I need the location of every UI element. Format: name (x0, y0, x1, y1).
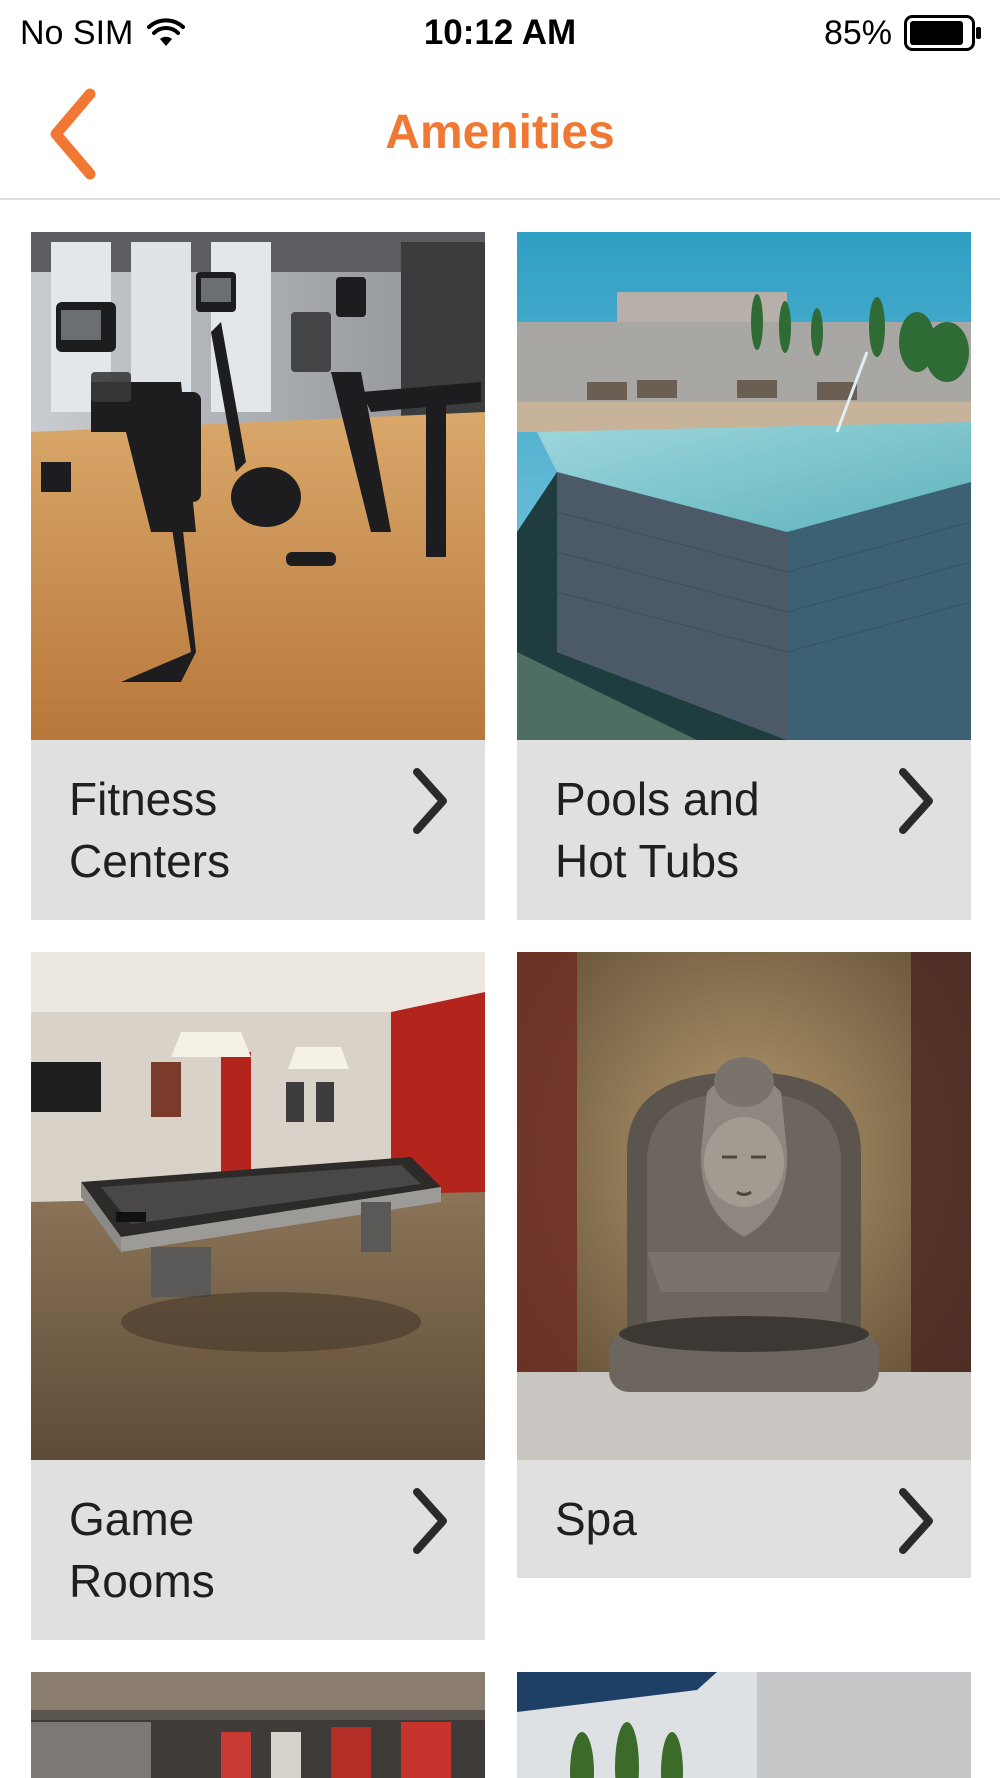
card-footer: Fitness Centers (31, 740, 485, 920)
battery-icon (904, 15, 982, 51)
courtyard-photo (517, 1672, 971, 1778)
battery-percent: 85% (823, 13, 892, 52)
amenities-grid: Fitness Centers Pools and Hot Tubs Game … (31, 232, 971, 1778)
amenity-label: Fitness Centers (69, 773, 231, 887)
amenity-label: Pools and Hot Tubs (555, 773, 760, 887)
pool-photo (517, 232, 971, 740)
status-right: 85% (824, 12, 982, 54)
chevron-right-icon (413, 1488, 447, 1554)
amenity-card-fitness-centers[interactable]: Fitness Centers (31, 232, 485, 920)
amenity-label: Spa (555, 1493, 637, 1545)
navigation-bar: Amenities (0, 66, 1000, 200)
amenities-screen: No SIM 10:12 AM 85% Amenities Fitness Ce… (0, 0, 1000, 1778)
amenity-label: Game Rooms (69, 1493, 215, 1607)
gym-photo (31, 232, 485, 740)
amenity-card-game-rooms[interactable]: Game Rooms (31, 952, 485, 1640)
chevron-right-icon (899, 768, 933, 834)
page-title: Amenities (385, 106, 615, 159)
buddha-fountain-photo (517, 952, 971, 1460)
chevron-right-icon (899, 1488, 933, 1554)
billiards-room-photo (31, 952, 485, 1460)
card-footer: Spa (517, 1460, 971, 1578)
amenity-card-lounge[interactable] (31, 1672, 485, 1778)
amenity-card-courtyard[interactable] (517, 1672, 971, 1778)
amenity-card-pools-and-hot-tubs[interactable]: Pools and Hot Tubs (517, 232, 971, 920)
status-bar: No SIM 10:12 AM 85% (0, 0, 1000, 66)
chevron-right-icon (413, 768, 447, 834)
card-footer: Pools and Hot Tubs (517, 740, 971, 920)
amenity-card-spa[interactable]: Spa (517, 952, 971, 1640)
lounge-photo (31, 1672, 485, 1778)
card-footer: Game Rooms (31, 1460, 485, 1640)
